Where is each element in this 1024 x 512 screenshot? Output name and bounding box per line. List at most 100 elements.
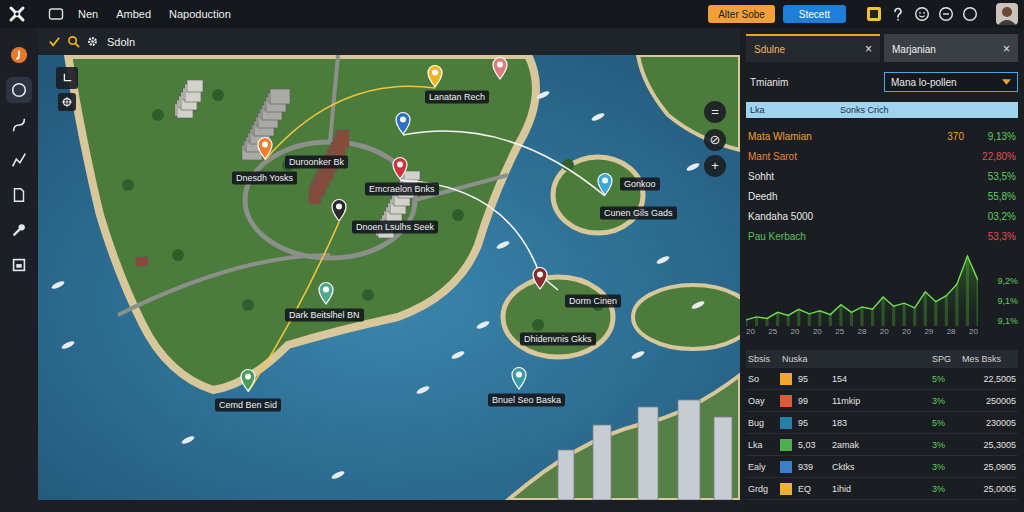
map-pin-icon[interactable] [531,266,549,290]
stat-row[interactable]: Pau Kerbach 53,3% [746,226,1018,246]
cell-pct: 3% [930,462,960,472]
x-tick: 25 [768,326,777,338]
color-swatch [780,439,792,451]
table-row[interactable]: Bug 95 183 5% 230005 [746,412,1018,434]
sidebar-item[interactable] [6,147,32,173]
x-tick: 20 [969,326,978,338]
cell-qty: 95 [796,374,830,384]
nav-item[interactable]: Napoduction [169,8,231,20]
nav-item[interactable]: Ambed [116,8,151,20]
sidebar-item[interactable] [6,182,32,208]
x-tick: 20 [791,326,800,338]
panel-tab[interactable]: Marjanian × [884,34,1018,62]
smiley-icon[interactable] [914,6,930,22]
table-row[interactable]: Lka 5,03 2amak 3% 25,3005 [746,434,1018,456]
stat-row[interactable]: Kandaha 5000 03,2% [746,206,1018,226]
chart-bar [766,318,769,326]
check-icon[interactable] [48,35,61,48]
map-pin-icon[interactable] [491,56,509,80]
map-pin-icon[interactable] [510,366,528,390]
map-control[interactable]: ⊘ [704,129,726,151]
globe-icon [10,81,28,99]
main-nav: Nen Ambed Napoduction [78,8,231,20]
stat-change: 9,13% [964,131,1016,142]
table-row[interactable]: Grdg EQ 1ihid 3% 25,0005 [746,478,1018,500]
map-title: Sdoln [107,36,135,48]
map-label: Dnesdh Yosks [232,172,297,185]
map-label: Bnuel Seo Baska [488,394,565,407]
header-button[interactable]: Alter Sobe [708,5,775,23]
x-tick: 20 [813,326,822,338]
tab-label: Sdulne [754,44,785,55]
map-control[interactable]: = [704,101,726,123]
chart-bar [934,302,937,326]
user-avatar-icon[interactable] [996,3,1018,25]
help-icon[interactable] [890,6,906,22]
stat-name: Mata Wlamian [748,131,928,142]
locate-button[interactable] [56,67,78,89]
sidebar-item[interactable] [6,252,32,278]
chart-area [746,256,978,326]
sidebar-item[interactable] [6,112,32,138]
tab-label: Marjanian [892,44,936,55]
cell-pct: 3% [930,396,960,406]
search-icon[interactable] [67,35,80,48]
logo-icon[interactable] [8,5,26,23]
tab-close[interactable]: × [1003,42,1010,56]
caret-icon [1002,79,1011,85]
column-header: Nuska [780,354,830,364]
chart-bar [746,320,748,326]
sidebar-item[interactable] [6,42,32,68]
cell-value: 22,5005 [960,374,1018,384]
cell-pct: 3% [930,484,960,494]
cell-code: 11mkip [830,396,930,406]
stat-value: 370 [928,131,964,142]
layers-button[interactable] [58,93,76,111]
map-pin-icon[interactable] [330,198,348,222]
map-pin-icon[interactable] [596,172,614,196]
stat-name: Pau Kerbach [748,231,928,242]
alert-icon [10,46,28,64]
stat-row[interactable]: Mant Sarot 22,80% [746,146,1018,166]
clock-icon[interactable] [938,6,954,22]
stat-change: 55,8% [964,191,1016,202]
map[interactable]: Lanatan RechDuroonker BkDnesdh YosksEmcr… [38,55,740,500]
status-icon[interactable] [962,6,978,22]
nav-item[interactable]: Nen [78,8,98,20]
window-icon[interactable] [48,7,64,21]
cell-name: Grdg [746,484,780,494]
map-pin-icon[interactable] [256,136,274,160]
map-label: Cemd Ben Sid [215,399,281,412]
header-button[interactable]: Stecett [783,5,846,23]
map-label: Dhidenvnis Gkks [520,333,596,346]
stat-row[interactable]: Sohht 53,5% [746,166,1018,186]
chart-bar [976,280,978,326]
stat-row[interactable]: Deedh 55,8% [746,186,1018,206]
map-pin-icon[interactable] [426,64,444,88]
cell-value: 25,3005 [960,440,1018,450]
map-pin-icon[interactable] [391,156,409,180]
x-axis: 2025202025282020292820 [746,326,978,338]
stat-row[interactable]: Mata Wlamian 370 9,13% [746,126,1018,146]
map-canvas[interactable] [38,55,740,500]
table-row[interactable]: Oay 99 11mkip 3% 250005 [746,390,1018,412]
map-control[interactable]: + [704,155,726,177]
map-toolbar: Sdoln [38,28,740,55]
gear-icon[interactable] [86,35,99,48]
badge-icon[interactable] [866,6,882,22]
panel-tab[interactable]: Sdulne × [746,34,880,62]
sidebar-item[interactable] [6,217,32,243]
table-row[interactable]: So 95 154 5% 22,5005 [746,368,1018,390]
chart-bar [818,311,821,326]
field-label: Tmianim [750,77,788,88]
color-swatch [780,417,792,429]
table-row[interactable]: Ealy 939 Cktks 3% 25,0905 [746,456,1018,478]
map-pin-icon[interactable] [394,111,412,135]
tab-close[interactable]: × [865,42,872,56]
map-pin-icon[interactable] [317,281,335,305]
filter-field: Tmianim Mana lo-pollen [746,70,1018,94]
side-panel: Sdulne ×Marjanian × Tmianim Mana lo-poll… [740,28,1024,512]
select[interactable]: Mana lo-pollen [884,72,1018,92]
sidebar-item[interactable] [6,77,32,103]
map-pin-icon[interactable] [239,368,257,392]
